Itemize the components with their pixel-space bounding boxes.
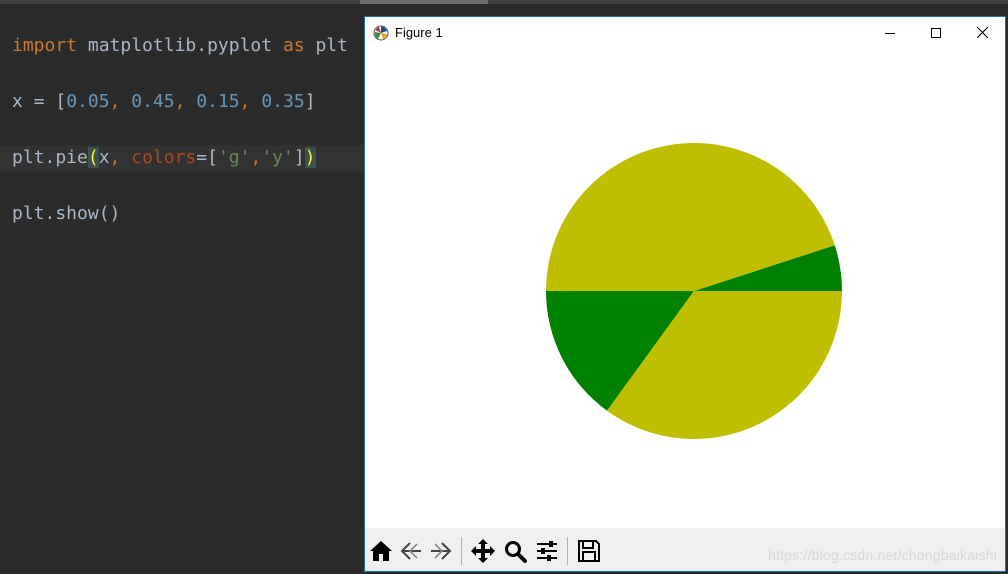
- home-icon: [370, 541, 392, 561]
- zoom-icon: [505, 541, 527, 563]
- close-icon: [976, 27, 988, 38]
- navigation-toolbar: https://blog.csdn.net/chongbaikaishi: [365, 528, 1005, 571]
- code-line-3[interactable]: plt.pie(x, colors=['g','y']): [12, 146, 316, 170]
- save-icon: [578, 540, 600, 562]
- minimize-icon: [885, 32, 895, 34]
- pan-icon: [471, 539, 495, 563]
- close-button[interactable]: [959, 17, 1005, 48]
- editor-tab-indicator: [360, 0, 488, 4]
- save-button[interactable]: [575, 537, 603, 565]
- maximize-icon: [931, 27, 941, 38]
- forward-button[interactable]: [427, 537, 455, 565]
- toolbar-separator: [461, 537, 462, 565]
- configure-subplots-icon: [537, 541, 557, 561]
- title-bar[interactable]: Figure 1: [365, 17, 1005, 48]
- code-line-2[interactable]: x = [0.05, 0.45, 0.15, 0.35]: [12, 90, 316, 114]
- toolbar-separator: [567, 537, 568, 565]
- pie-chart: [546, 142, 842, 440]
- code-line-1[interactable]: import matplotlib.pyplot as plt: [12, 34, 348, 58]
- back-icon: [400, 542, 421, 560]
- watermark-text: https://blog.csdn.net/chongbaikaishi: [767, 547, 997, 563]
- pan-button[interactable]: [469, 537, 497, 565]
- plot-canvas[interactable]: [365, 48, 1005, 528]
- home-button[interactable]: [367, 537, 395, 565]
- editor-tab-strip: [0, 0, 1008, 4]
- code-line-4[interactable]: plt.show(): [12, 202, 120, 226]
- figure-window[interactable]: Figure 1 https://blog.csdn.net/chongbaik…: [364, 16, 1006, 572]
- maximize-button[interactable]: [913, 17, 959, 48]
- forward-icon: [431, 542, 452, 560]
- configure-subplots-button[interactable]: [533, 537, 561, 565]
- zoom-button[interactable]: [501, 537, 529, 565]
- minimize-button[interactable]: [867, 17, 913, 48]
- window-title: Figure 1: [395, 25, 443, 40]
- back-button[interactable]: [397, 537, 425, 565]
- matplotlib-logo-icon: [373, 25, 389, 41]
